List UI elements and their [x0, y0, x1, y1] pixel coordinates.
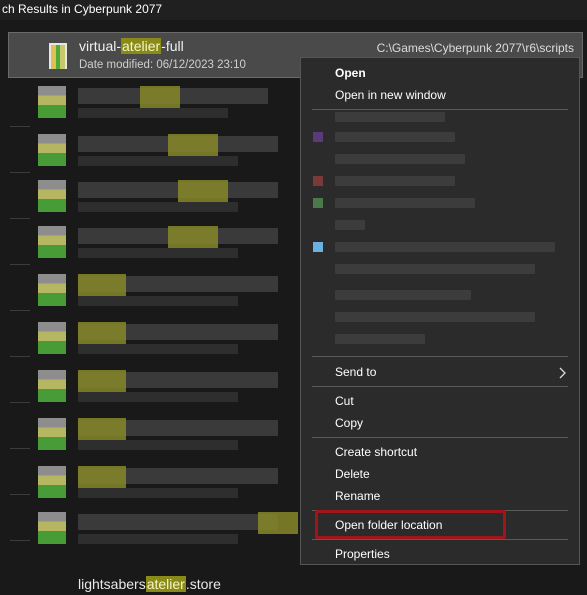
obscured-meta	[78, 108, 228, 118]
menu-item-copy[interactable]: Copy	[301, 412, 579, 434]
obscured-menu-item[interactable]	[335, 334, 425, 344]
obscured-menu-item[interactable]	[335, 132, 455, 142]
obscured-menu-item[interactable]	[335, 176, 455, 186]
search-match	[168, 226, 218, 248]
search-match	[78, 466, 126, 488]
file-path: C:\Games\Cyberpunk 2077\r6\scripts	[376, 41, 574, 55]
obscured-menu-item[interactable]	[335, 242, 555, 252]
menu-separator	[312, 386, 568, 387]
obscured-menu-icon	[313, 176, 323, 186]
menu-item-delete[interactable]: Delete	[301, 463, 579, 485]
obscured-meta	[78, 156, 238, 166]
chevron-right-icon	[559, 361, 567, 383]
menu-item-open[interactable]: Open	[301, 62, 579, 84]
result-row-obscured[interactable]	[0, 316, 300, 362]
obscured-meta	[78, 344, 238, 354]
result-row-obscured[interactable]	[0, 220, 300, 266]
menu-item-rename[interactable]: Rename	[301, 485, 579, 507]
search-match	[258, 512, 298, 534]
obscured-meta	[78, 488, 238, 498]
menu-item-send-to[interactable]: Send to	[301, 361, 579, 383]
obscured-menu-icon	[313, 132, 323, 142]
search-match	[168, 134, 218, 156]
search-match: atelier	[121, 38, 162, 54]
obscured-menu-item[interactable]	[335, 312, 535, 322]
obscured-meta	[78, 296, 238, 306]
obscured-menu-item[interactable]	[335, 264, 535, 274]
file-icon	[38, 512, 66, 544]
result-row-bottom[interactable]: lightsabersatelier.store	[0, 572, 300, 595]
obscured-meta	[78, 440, 238, 450]
result-row-obscured[interactable]	[0, 460, 300, 506]
result-row-obscured[interactable]	[0, 364, 300, 410]
annotation-highlight-box	[315, 510, 506, 539]
search-match	[78, 274, 126, 296]
file-name: lightsabersatelier.store	[78, 576, 221, 592]
menu-separator	[312, 437, 568, 438]
search-match	[178, 180, 228, 202]
file-icon	[38, 134, 66, 166]
result-row-obscured[interactable]	[0, 128, 300, 174]
search-match: atelier	[145, 576, 186, 592]
obscured-menu-icon	[313, 242, 323, 252]
result-row-obscured[interactable]	[0, 412, 300, 458]
context-menu: Open Open in new window Send to Cut Copy…	[300, 57, 580, 565]
obscured-meta	[78, 534, 238, 544]
file-icon	[38, 418, 66, 450]
search-match	[78, 322, 126, 344]
obscured-menu-item[interactable]	[335, 198, 475, 208]
file-icon	[38, 226, 66, 258]
obscured-meta	[78, 202, 238, 212]
file-icon	[38, 322, 66, 354]
window-title: ch Results in Cyberpunk 2077	[0, 0, 587, 20]
search-match	[78, 370, 126, 392]
result-row-obscured[interactable]	[0, 268, 300, 314]
menu-separator	[312, 356, 568, 357]
file-icon	[47, 41, 71, 71]
menu-item-properties[interactable]: Properties	[301, 543, 579, 565]
menu-separator	[312, 109, 568, 110]
file-icon	[38, 86, 66, 118]
menu-item-open-new-window[interactable]: Open in new window	[301, 84, 579, 106]
obscured-meta	[78, 392, 238, 402]
file-icon	[38, 180, 66, 212]
obscured-menu-item[interactable]	[335, 154, 465, 164]
obscured-menu-item[interactable]	[335, 290, 471, 300]
obscured-menu-icon	[313, 198, 323, 208]
menu-item-cut[interactable]: Cut	[301, 390, 579, 412]
result-row-obscured[interactable]	[0, 506, 300, 552]
file-icon	[38, 370, 66, 402]
row-divider	[10, 126, 30, 127]
obscured-menu-item[interactable]	[335, 112, 445, 122]
file-date-modified: Date modified: 06/12/2023 23:10	[79, 59, 246, 71]
result-row-obscured[interactable]	[0, 80, 300, 126]
file-name: virtual-atelier-full	[79, 38, 184, 54]
obscured-name	[78, 514, 278, 530]
search-match	[78, 418, 126, 440]
file-icon	[38, 274, 66, 306]
search-match	[140, 86, 180, 108]
file-icon	[38, 466, 66, 498]
menu-separator	[312, 539, 568, 540]
obscured-menu-item[interactable]	[335, 220, 365, 230]
menu-item-create-shortcut[interactable]: Create shortcut	[301, 441, 579, 463]
result-row-obscured[interactable]	[0, 174, 300, 220]
obscured-meta	[78, 248, 238, 258]
menu-item-send-to-label: Send to	[335, 365, 377, 379]
